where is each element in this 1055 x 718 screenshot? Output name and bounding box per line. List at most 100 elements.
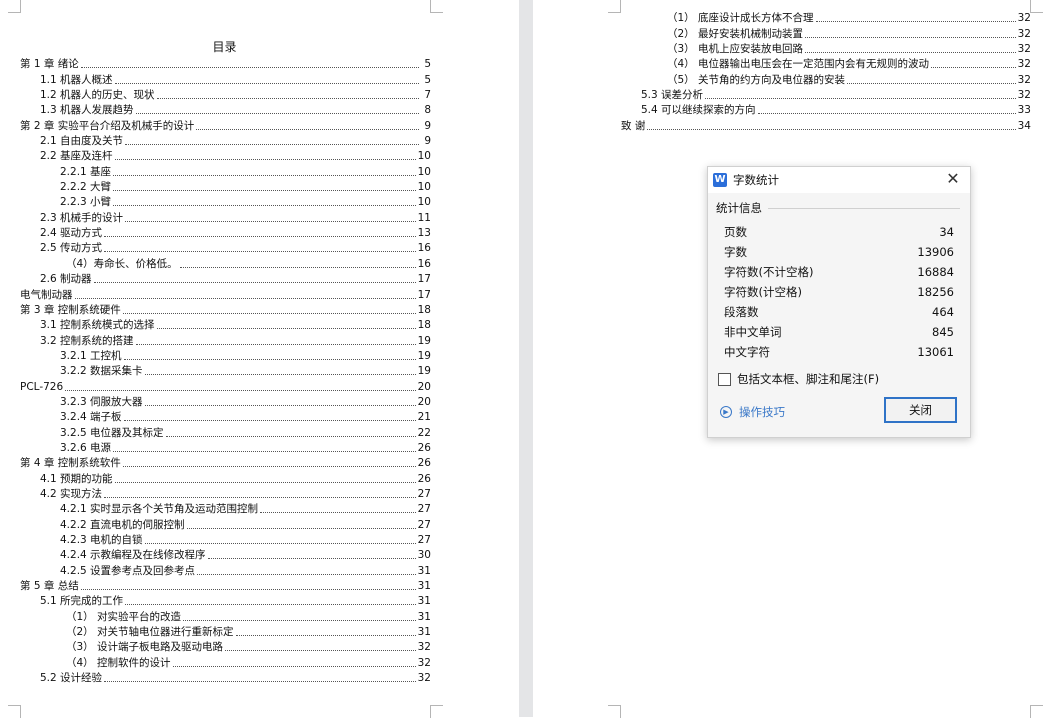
include-textboxes-option[interactable]: 包括文本框、脚注和尾注(F): [718, 372, 879, 386]
toc-entry-title: （1） 对实验平台的改造: [66, 610, 182, 623]
toc-leader-dots: [196, 128, 419, 130]
toc-entry-title: PCL-726: [20, 380, 64, 393]
toc-entry[interactable]: 3.2.2 数据采集卡 19: [20, 363, 431, 378]
toc-entry[interactable]: （1） 对实验平台的改造 31: [20, 608, 431, 623]
toc-entry-page: 31: [417, 610, 431, 623]
toc-entry-page: 32: [417, 672, 431, 685]
toc-entry-title: （2） 对关节轴电位器进行重新标定: [66, 626, 234, 639]
stat-row: 非中文单词 845: [724, 322, 954, 342]
toc-entry[interactable]: 1.2 机器人的历史、现状 7: [20, 87, 431, 102]
toc-leader-dots: [123, 419, 416, 422]
toc-entry[interactable]: （3） 设计端子板电路及驱动电路 32: [20, 639, 431, 654]
toc-entry-page: 5: [424, 73, 431, 86]
stat-row: 中文字符 13061: [724, 342, 954, 362]
toc-entry-title: 4.2 实现方法: [40, 487, 103, 500]
toc-entry-title: 3.2.5 电位器及其标定: [60, 426, 164, 439]
toc-leader-dots: [815, 20, 1016, 23]
toc-entry[interactable]: 2.4 驱动方式 13: [20, 225, 431, 240]
toc-entry-title: 5.1 所完成的工作: [40, 595, 124, 608]
toc-title: 目录: [212, 40, 237, 54]
toc-leader-dots: [235, 634, 416, 637]
toc-leader-dots: [123, 358, 416, 360]
toc-entry-title: （3） 设计端子板电路及驱动电路: [66, 641, 224, 654]
toc-entry[interactable]: 第 4 章 控制系统软件 26: [20, 455, 431, 470]
toc-entry[interactable]: 2.2.1 基座 10: [20, 163, 431, 178]
toc-entry-page: 5: [424, 58, 431, 71]
toc-entry[interactable]: 电气制动器 17: [20, 286, 431, 301]
toc-entry[interactable]: 第 5 章 总结 31: [20, 578, 431, 593]
toc-entry[interactable]: 2.1 自由度及关节 9: [20, 133, 431, 148]
toc-entry[interactable]: 3.2 控制系统的搭建 19: [20, 332, 431, 347]
toc-entry[interactable]: 4.1 预期的功能 26: [20, 470, 431, 485]
toc-entry-page: 31: [417, 595, 431, 608]
toc-entry[interactable]: （4）寿命长、价格低。 16: [20, 255, 431, 270]
toc-entry[interactable]: （4） 控制软件的设计 32: [20, 654, 431, 669]
toc-entry[interactable]: 3.2.4 端子板 21: [20, 409, 431, 424]
toc-entry[interactable]: PCL-726 20: [20, 378, 431, 393]
toc-entry[interactable]: 致 谢 34: [621, 117, 1031, 132]
toc-entry[interactable]: 1.3 机器人发展趋势 8: [20, 102, 431, 117]
toc-entry[interactable]: 5.3 误差分析 32: [621, 87, 1031, 102]
toc-entry[interactable]: 3.2.1 工控机 19: [20, 348, 431, 363]
tips-link[interactable]: ▶ 操作技巧: [720, 404, 785, 420]
toc-entry[interactable]: 4.2 实现方法 27: [20, 486, 431, 501]
toc-entry-title: 3.2.2 数据采集卡: [60, 365, 143, 378]
toc-entry[interactable]: 3.2.6 电源 26: [20, 440, 431, 455]
close-icon[interactable]: ✕: [944, 170, 962, 188]
toc-entry[interactable]: 5.2 设计经验 32: [20, 670, 431, 685]
toc-entry-title: 2.4 驱动方式: [40, 227, 103, 240]
toc-entry[interactable]: （1） 底座设计成长方体不合理 32: [621, 10, 1031, 25]
toc-entry[interactable]: 3.2.3 伺服放大器 20: [20, 394, 431, 409]
toc-entry-title: 第 4 章 控制系统软件: [20, 457, 121, 470]
toc-entry-page: 16: [417, 257, 431, 270]
toc-entry[interactable]: 第 3 章 控制系统硬件 18: [20, 302, 431, 317]
toc-entry[interactable]: （2） 对关节轴电位器进行重新标定 31: [20, 624, 431, 639]
toc-entry[interactable]: 4.2.2 直流电机的伺服控制 27: [20, 516, 431, 531]
stat-label: 字数: [724, 245, 747, 259]
toc-leader-dots: [114, 82, 419, 84]
toc-leader-dots: [93, 281, 416, 284]
toc-entry[interactable]: 3.2.5 电位器及其标定 22: [20, 424, 431, 439]
close-button[interactable]: 关闭: [884, 397, 957, 423]
toc-leader-dots: [80, 66, 419, 69]
toc-leader-dots: [225, 649, 416, 652]
toc-entry[interactable]: 5.1 所完成的工作 31: [20, 593, 431, 608]
toc-leader-dots: [186, 527, 416, 529]
toc-entry[interactable]: 4.2.5 设置参考点及回参考点 31: [20, 562, 431, 577]
toc-leader-dots: [104, 496, 416, 498]
toc-entry-page: 26: [417, 441, 431, 454]
toc-entry[interactable]: 2.2 基座及连杆 10: [20, 148, 431, 163]
toc-entry[interactable]: 2.2.2 大臂 10: [20, 179, 431, 194]
toc-entry[interactable]: 第 1 章 绪论 5: [20, 56, 431, 71]
stat-label: 字符数(不计空格): [724, 265, 814, 279]
toc-entry-page: 27: [417, 534, 431, 546]
toc-entry[interactable]: 2.5 传动方式 16: [20, 240, 431, 255]
toc-leader-dots: [122, 312, 416, 314]
toc-entry[interactable]: 2.6 制动器 17: [20, 271, 431, 286]
section-divider: [768, 208, 960, 209]
toc-entry[interactable]: （4） 电位器输出电压会在一定范围内会有无规则的波动 32: [621, 56, 1031, 71]
toc-entry[interactable]: （3） 电机上应安装放电回路 32: [621, 41, 1031, 56]
toc-leader-dots: [156, 97, 419, 100]
toc-entry[interactable]: 5.4 可以继续探索的方向 33: [621, 102, 1031, 117]
toc-leader-dots: [172, 665, 416, 667]
page-gutter: [519, 0, 533, 717]
toc-entry-page: 32: [1017, 43, 1031, 56]
dialog-title-bar[interactable]: W 字数统计 ✕: [708, 167, 970, 193]
toc-entry-title: 2.2 基座及连杆: [40, 150, 113, 163]
toc-entry[interactable]: 1.1 机器人概述 5: [20, 71, 431, 86]
toc-entry[interactable]: 4.2.3 电机的自锁 27: [20, 532, 431, 547]
toc-entry[interactable]: 3.1 控制系统模式的选择 18: [20, 317, 431, 332]
toc-entry[interactable]: 4.2.4 示教编程及在线修改程序 30: [20, 547, 431, 562]
toc-entry[interactable]: 第 2 章 实验平台介绍及机械手的设计 9: [20, 117, 431, 132]
toc-entry-title: 5.2 设计经验: [40, 672, 103, 685]
toc-entry-page: 18: [417, 319, 431, 332]
toc-entry[interactable]: 2.2.3 小臂 10: [20, 194, 431, 209]
toc-entry[interactable]: （2） 最好安装机械制动装置 32: [621, 25, 1031, 40]
include-textboxes-checkbox[interactable]: [718, 372, 731, 386]
toc-entry[interactable]: 4.2.1 实时显示各个关节角及运动范围控制 27: [20, 501, 431, 516]
toc-entry[interactable]: 2.3 机械手的设计 11: [20, 209, 431, 224]
toc-leader-dots: [805, 51, 1016, 54]
toc-entry[interactable]: （5） 关节角的约方向及电位器的安装 32: [621, 71, 1031, 86]
toc-entry-title: 4.2.5 设置参考点及回参考点: [60, 564, 196, 577]
